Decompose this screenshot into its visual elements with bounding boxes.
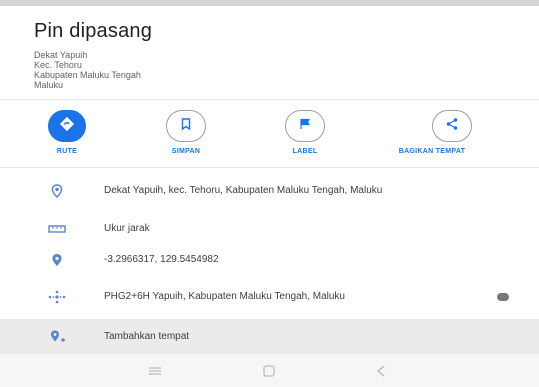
action-bar: RUTE SIMPAN LABEL BAGIKAN TEMPAT xyxy=(0,100,539,166)
label-label: LABEL xyxy=(292,148,318,155)
flag-icon xyxy=(298,117,312,136)
directions-icon xyxy=(59,116,75,137)
plus-code-icon xyxy=(46,286,68,308)
detail-text: Ukur jarak xyxy=(104,223,150,234)
add-place-icon xyxy=(46,326,68,348)
detail-row-address[interactable]: Dekat Yapuih, kec. Tehoru, Kabupaten Mal… xyxy=(0,168,539,214)
share-label: BAGIKAN TEMPAT xyxy=(398,148,466,155)
save-button[interactable]: SIMPAN xyxy=(166,110,206,155)
home-icon[interactable] xyxy=(260,364,278,378)
share-icon xyxy=(445,117,459,136)
ruler-icon xyxy=(46,218,68,240)
detail-text: Tambahkan tempat xyxy=(104,330,190,342)
directions-label: RUTE xyxy=(56,148,78,155)
address-line: Dekat Yapuih xyxy=(34,50,88,60)
directions-button[interactable]: RUTE xyxy=(48,110,86,155)
label-button[interactable]: LABEL xyxy=(285,110,325,155)
place-title: Pin dipasang xyxy=(34,20,153,42)
back-icon[interactable] xyxy=(372,364,390,378)
address-line: Kabupaten Maluku Tengah xyxy=(34,70,141,80)
save-label: SIMPAN xyxy=(171,148,201,155)
address-line: Kec. Tehoru xyxy=(34,60,82,70)
add-place-button[interactable]: Tambahkan tempat xyxy=(0,319,539,354)
detail-row-coordinates[interactable]: -3.2966317, 129.5454982 xyxy=(0,244,539,276)
address-line: Maluku xyxy=(34,80,64,90)
recent-apps-icon[interactable] xyxy=(146,364,164,378)
toggle-dot-icon[interactable] xyxy=(497,293,509,301)
detail-text: Dekat Yapuih, kec. Tehoru, Kabupaten Mal… xyxy=(104,185,383,196)
place-header: Pin dipasang Dekat Yapuih Kec. Tehoru Ka… xyxy=(0,6,539,98)
detail-row-plus-code[interactable]: PHG2+6H Yapuih, Kabupaten Maluku Tengah,… xyxy=(0,276,539,318)
detail-text: -3.2966317, 129.5454982 xyxy=(104,254,219,265)
place-address: Dekat Yapuih Kec. Tehoru Kabupaten Maluk… xyxy=(34,50,141,90)
location-pin-icon xyxy=(46,180,68,202)
system-nav-bar xyxy=(0,354,539,387)
bookmark-icon xyxy=(179,117,193,136)
coordinates-pin-icon xyxy=(46,249,68,271)
detail-text: PHG2+6H Yapuih, Kabupaten Maluku Tengah,… xyxy=(104,291,345,302)
detail-row-measure[interactable]: Ukur jarak xyxy=(0,214,539,244)
share-button[interactable]: BAGIKAN TEMPAT xyxy=(392,110,472,155)
